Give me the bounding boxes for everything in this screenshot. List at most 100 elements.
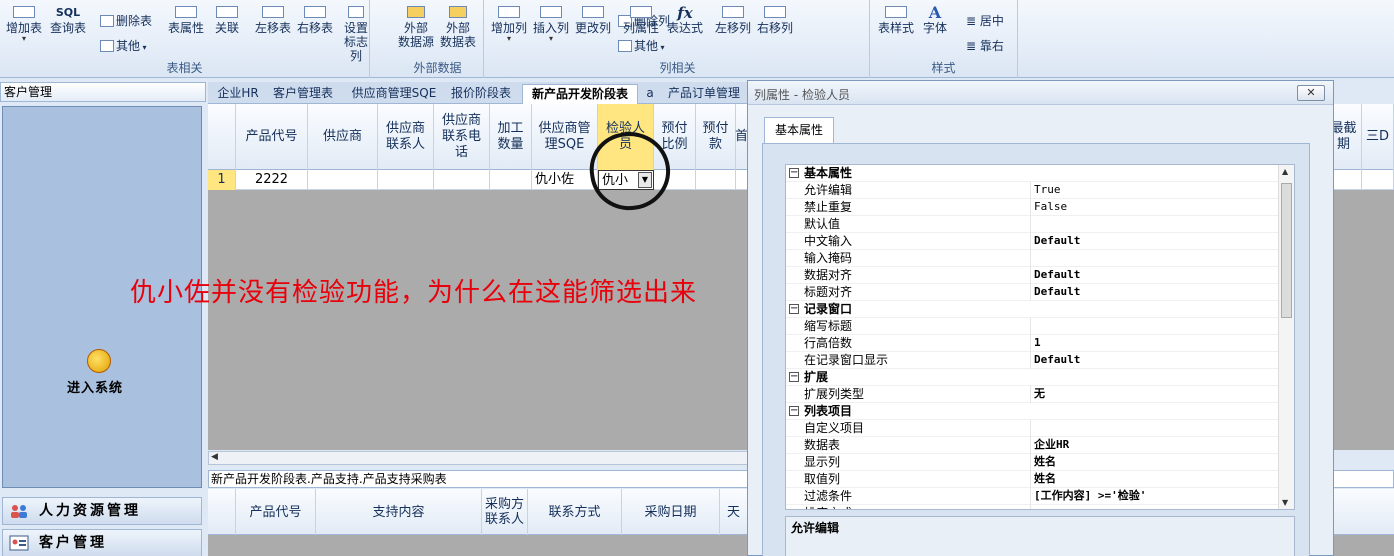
tab-new-product[interactable]: 新产品开发阶段表: [522, 84, 638, 104]
move-column-left-button[interactable]: 左移列: [712, 6, 754, 35]
column-header[interactable]: 供应商 联系电 话: [434, 104, 490, 170]
align-center-button[interactable]: ≣ 居中: [966, 12, 1004, 29]
cell-quantity[interactable]: [490, 170, 532, 190]
move-table-right-button[interactable]: 右移表: [294, 6, 336, 35]
column-header[interactable]: 产品代号: [236, 489, 316, 535]
column-header[interactable]: 供应商: [308, 104, 378, 170]
property-value[interactable]: False: [1034, 199, 1067, 215]
property-value[interactable]: [工作内容] >='检验': [1034, 488, 1146, 504]
property-value[interactable]: 1: [1034, 335, 1041, 351]
property-row[interactable]: 行高倍数 1: [786, 335, 1280, 352]
property-row[interactable]: 在记录窗口显示 Default: [786, 352, 1280, 369]
expression-button[interactable]: fx 表达式: [664, 6, 706, 36]
column-header[interactable]: 联系方式: [528, 489, 622, 535]
property-row[interactable]: 禁止重复 False: [786, 199, 1280, 216]
property-row[interactable]: 输入掩码: [786, 250, 1280, 267]
property-row[interactable]: 自定义项目: [786, 420, 1280, 437]
property-row[interactable]: 默认值: [786, 216, 1280, 233]
move-table-left-button[interactable]: 左移表: [252, 6, 294, 35]
property-category[interactable]: − 记录窗口: [786, 301, 1280, 318]
property-category[interactable]: − 基本属性: [786, 165, 1280, 182]
table-style-button[interactable]: 表样式: [876, 6, 916, 35]
property-category[interactable]: − 列表项目: [786, 403, 1280, 420]
collapse-icon[interactable]: −: [789, 168, 799, 178]
add-table-button[interactable]: 增加表 ▾: [4, 6, 44, 43]
other-column-button[interactable]: 其他 ▾: [618, 37, 665, 54]
property-row[interactable]: 显示列 姓名: [786, 454, 1280, 471]
tab-a[interactable]: a: [642, 84, 658, 104]
column-header[interactable]: 产品代号: [236, 104, 308, 170]
tab-quote[interactable]: 报价阶段表: [448, 84, 514, 104]
move-column-right-button[interactable]: 右移列: [754, 6, 796, 35]
property-value[interactable]: 姓名: [1034, 471, 1056, 487]
collapse-icon[interactable]: −: [789, 372, 799, 382]
column-header[interactable]: 预付 款: [696, 104, 736, 170]
cell-product-code[interactable]: 2222: [236, 170, 308, 190]
other-table-button[interactable]: 其他 ▾: [100, 37, 147, 54]
close-button[interactable]: ✕: [1297, 85, 1325, 101]
property-value[interactable]: True: [1034, 182, 1061, 198]
font-button[interactable]: A 字体: [918, 5, 952, 36]
column-header[interactable]: 采购方 联系人: [482, 489, 528, 535]
align-right-button[interactable]: ≣ 靠右: [966, 37, 1004, 54]
collapse-icon[interactable]: −: [789, 304, 799, 314]
delete-table-button[interactable]: 删除表: [100, 12, 152, 29]
cell-sqe[interactable]: 仇小佐: [532, 170, 598, 190]
column-header[interactable]: 加工 数量: [490, 104, 532, 170]
property-row[interactable]: 允许编辑 True: [786, 182, 1280, 199]
property-value[interactable]: Default: [1034, 284, 1080, 300]
column-header[interactable]: 供应商管 理SQE: [532, 104, 598, 170]
column-header[interactable]: 天: [720, 489, 748, 535]
query-table-button[interactable]: SQL 查询表: [48, 6, 88, 35]
property-row[interactable]: 缩写标题: [786, 318, 1280, 335]
column-header[interactable]: 采购日期: [622, 489, 720, 535]
cell-prepay[interactable]: [696, 170, 736, 190]
property-row[interactable]: 排序方式: [786, 505, 1280, 509]
property-value[interactable]: 姓名: [1034, 454, 1056, 470]
scroll-down-icon[interactable]: ▼: [1282, 498, 1288, 507]
cell-supplier-contact[interactable]: [378, 170, 434, 190]
property-row[interactable]: 过滤条件 [工作内容] >='检验': [786, 488, 1280, 505]
cell-supplier[interactable]: [308, 170, 378, 190]
scroll-left-icon[interactable]: ◀: [211, 452, 218, 462]
nav-item-customer[interactable]: 客户管理: [2, 529, 202, 556]
enter-system-button[interactable]: 进入系统: [67, 349, 123, 396]
row-number[interactable]: 1: [208, 170, 236, 190]
tab-supplier-sqe[interactable]: 供应商管理SQE: [346, 84, 442, 104]
add-column-button[interactable]: 增加列 ▾: [488, 6, 530, 43]
dialog-titlebar[interactable]: 列属性 - 检验人员 ✕: [748, 81, 1333, 105]
property-row[interactable]: 取值列 姓名: [786, 471, 1280, 488]
relation-button[interactable]: 关联: [210, 6, 244, 35]
property-value[interactable]: Default: [1034, 233, 1080, 249]
external-datasource-button[interactable]: 外部 数据源: [396, 6, 436, 49]
property-scrollbar[interactable]: ▲ ▼: [1278, 165, 1294, 509]
column-header[interactable]: 支持内容: [316, 489, 482, 535]
column-header[interactable]: 三D: [1362, 104, 1394, 170]
collapse-icon[interactable]: −: [789, 406, 799, 416]
property-row[interactable]: 扩展列类型 无: [786, 386, 1280, 403]
property-row[interactable]: 标题对齐 Default: [786, 284, 1280, 301]
column-header[interactable]: 供应商 联系人: [378, 104, 434, 170]
property-value[interactable]: Default: [1034, 352, 1080, 368]
tab-hr[interactable]: 企业HR: [214, 84, 262, 104]
insert-column-button[interactable]: 插入列 ▾: [530, 6, 572, 43]
change-column-button[interactable]: 更改列: [572, 6, 614, 35]
cell-3d[interactable]: [1362, 170, 1394, 190]
cell-supplier-phone[interactable]: [434, 170, 490, 190]
table-properties-button[interactable]: 表属性: [164, 6, 208, 35]
tab-product-order[interactable]: 产品订单管理: [664, 84, 744, 104]
set-flag-column-button[interactable]: 设置 标志列: [342, 6, 370, 63]
property-row[interactable]: 数据对齐 Default: [786, 267, 1280, 284]
scroll-thumb[interactable]: [1281, 183, 1292, 318]
property-row[interactable]: 中文输入 Default: [786, 233, 1280, 250]
tab-basic-properties[interactable]: 基本属性: [764, 117, 834, 143]
property-value[interactable]: 企业HR: [1034, 437, 1069, 453]
property-row[interactable]: 数据表 企业HR: [786, 437, 1280, 454]
property-category[interactable]: − 扩展: [786, 369, 1280, 386]
horizontal-scrollbar[interactable]: ◀: [208, 451, 748, 465]
property-value[interactable]: Default: [1034, 267, 1080, 283]
external-table-button[interactable]: 外部 数据表: [438, 6, 478, 49]
tab-customer[interactable]: 客户管理表: [268, 84, 338, 104]
nav-item-hr[interactable]: 人力资源管理: [2, 497, 202, 525]
property-value[interactable]: 无: [1034, 386, 1045, 402]
